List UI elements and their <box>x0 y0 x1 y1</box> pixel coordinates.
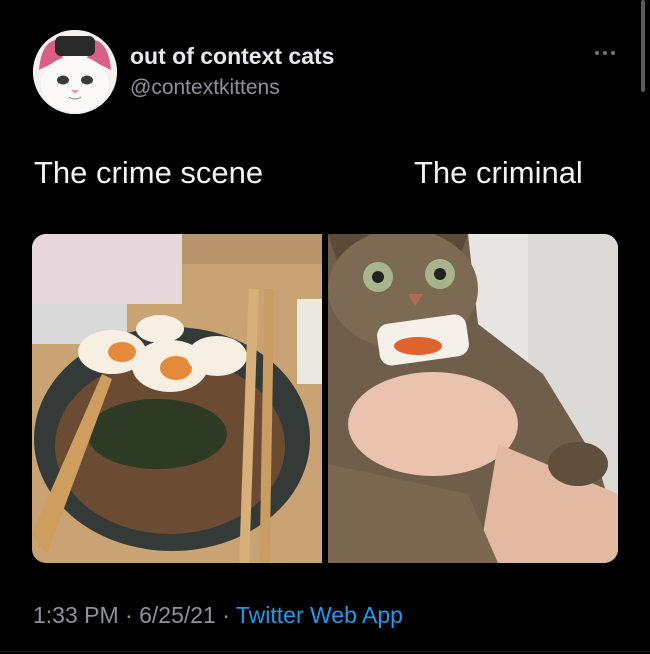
tabby-cat-image <box>328 234 618 563</box>
more-options-icon[interactable] <box>594 46 616 60</box>
cat-photo[interactable] <box>328 234 618 563</box>
caption-criminal: The criminal <box>414 155 583 190</box>
divider <box>0 651 650 652</box>
meta-separator: · <box>118 602 140 628</box>
scrollbar[interactable] <box>641 0 645 92</box>
post-metadata: 1:33 PM · 6/25/21 · Twitter Web App <box>33 602 403 629</box>
post-time[interactable]: 1:33 PM <box>33 602 119 628</box>
avatar[interactable] <box>33 30 117 114</box>
meta-separator-2: · <box>215 602 236 628</box>
ramen-bowl-photo[interactable] <box>32 234 322 563</box>
ramen-bowl-image <box>32 234 322 563</box>
source-app-link[interactable]: Twitter Web App <box>236 602 403 628</box>
user-handle[interactable]: @contextkittens <box>130 76 280 100</box>
cat-avatar-icon <box>33 30 117 114</box>
post-date[interactable]: 6/25/21 <box>139 602 216 628</box>
caption-crime-scene: The crime scene <box>34 155 264 190</box>
display-name[interactable]: out of context cats <box>130 43 334 70</box>
